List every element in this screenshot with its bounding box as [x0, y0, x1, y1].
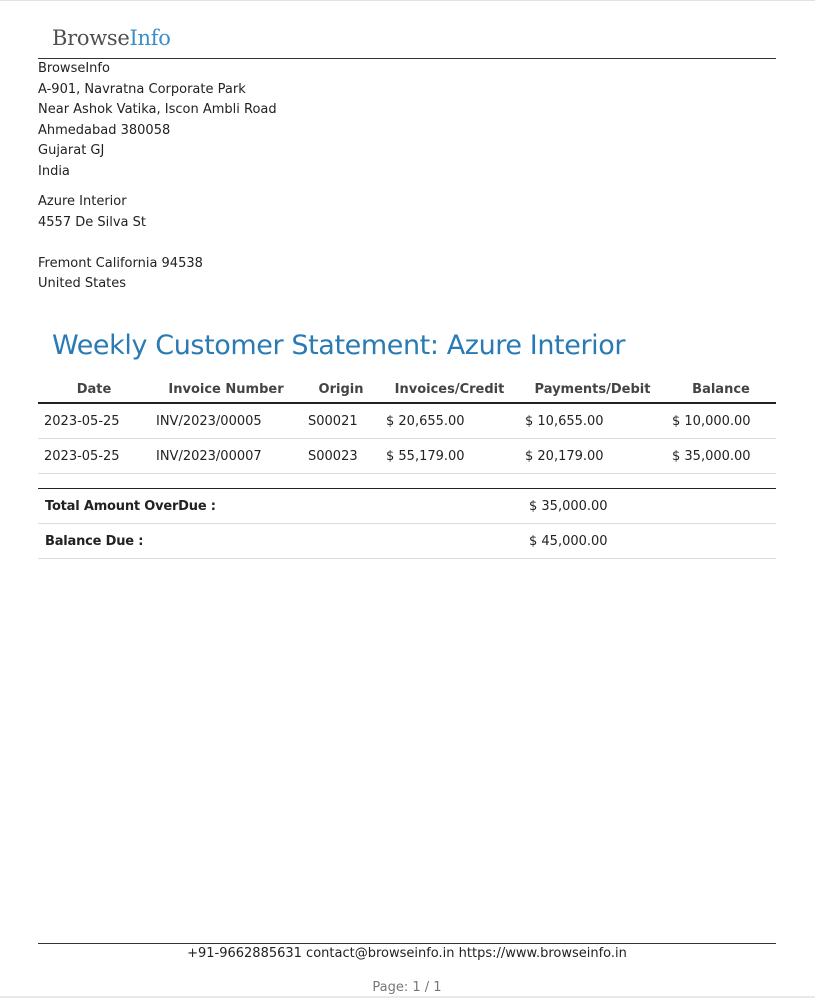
company-address-line: Near Ashok Vatika, Iscon Ambli Road — [38, 102, 277, 117]
cell-balance: $ 10,000.00 — [666, 403, 776, 439]
company-address-line: Gujarat GJ — [38, 143, 105, 158]
total-overdue-label: Total Amount OverDue : — [38, 488, 522, 524]
customer-address: Azure Interior 4557 De Silva St Fremont … — [38, 192, 203, 295]
balance-due-value: $ 45,000.00 — [522, 523, 776, 559]
summary-row-balance-due: Balance Due : $ 45,000.00 — [38, 523, 776, 559]
column-header-invoice-number: Invoice Number — [150, 377, 302, 404]
cell-invoice-number: INV/2023/00007 — [150, 438, 302, 474]
table-row: 2023-05-25 INV/2023/00005 S00021 $ 20,65… — [38, 403, 776, 439]
company-address-line: BrowseInfo — [38, 61, 110, 76]
statement-table: Date Invoice Number Origin Invoices/Cred… — [38, 377, 776, 474]
cell-balance: $ 35,000.00 — [666, 438, 776, 474]
logo-text-part1: Browse — [52, 26, 130, 50]
page-top-edge — [0, 0, 815, 1]
column-header-origin: Origin — [302, 377, 380, 404]
page-title: Weekly Customer Statement: Azure Interio… — [52, 330, 626, 361]
company-address-line: A-901, Navratna Corporate Park — [38, 81, 246, 97]
company-logo: BrowseInfo — [52, 24, 171, 52]
logo-text-part2: Info — [129, 26, 171, 50]
cell-date: 2023-05-25 — [38, 438, 150, 474]
customer-address-line: United States — [38, 276, 127, 291]
cell-origin: S00023 — [302, 438, 380, 474]
column-header-invoices-credit: Invoices/Credit — [380, 377, 519, 404]
column-header-balance: Balance — [666, 377, 776, 404]
company-address-line: Ahmedabad 380058 — [38, 122, 171, 138]
table-header-row: Date Invoice Number Origin Invoices/Cred… — [38, 377, 776, 404]
cell-date: 2023-05-25 — [38, 403, 150, 439]
column-header-payments-debit: Payments/Debit — [519, 377, 666, 404]
company-address: BrowseInfo A-901, Navratna Corporate Par… — [38, 59, 277, 182]
company-address-line: India — [38, 163, 70, 179]
page-number: Page: 1 / 1 — [372, 980, 442, 995]
customer-address-line: 4557 De Silva St — [38, 214, 146, 230]
cell-invoices-credit: $ 55,179.00 — [380, 438, 519, 474]
customer-address-line — [38, 233, 203, 254]
table-row: 2023-05-25 INV/2023/00007 S00023 $ 55,17… — [38, 438, 776, 474]
total-overdue-value: $ 35,000.00 — [522, 488, 776, 524]
customer-address-line: Azure Interior — [38, 194, 127, 209]
summary-table: Total Amount OverDue : $ 35,000.00 Balan… — [38, 488, 776, 559]
cell-invoice-number: INV/2023/00005 — [150, 403, 302, 439]
summary-row-total-overdue: Total Amount OverDue : $ 35,000.00 — [38, 488, 776, 524]
balance-due-label: Balance Due : — [38, 523, 522, 559]
cell-payments-debit: $ 10,655.00 — [519, 403, 666, 439]
column-header-date: Date — [38, 377, 150, 404]
customer-address-line: Fremont California 94538 — [38, 255, 203, 271]
cell-payments-debit: $ 20,179.00 — [519, 438, 666, 474]
cell-origin: S00021 — [302, 403, 380, 439]
cell-invoices-credit: $ 20,655.00 — [380, 403, 519, 439]
footer-contact-info: +91-9662885631 contact@browseinfo.in htt… — [187, 946, 627, 961]
